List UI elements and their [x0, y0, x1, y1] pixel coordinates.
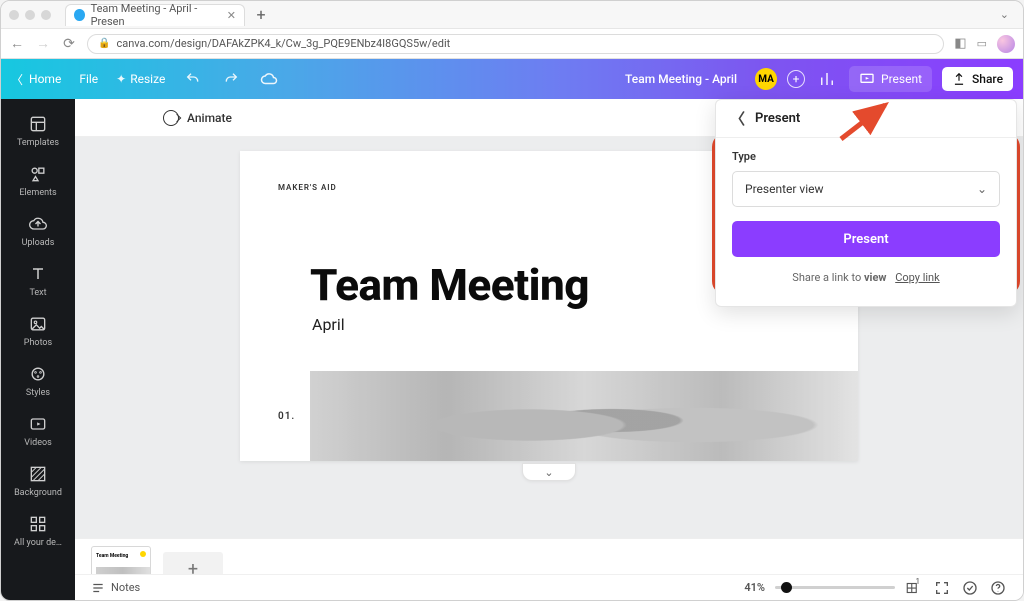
rail-label: Text [29, 288, 46, 298]
notes-icon [91, 581, 105, 595]
forward-button[interactable]: → [35, 35, 51, 52]
rail-label: Uploads [22, 238, 55, 248]
present-button[interactable]: Present [849, 66, 932, 92]
rail-label: Videos [24, 438, 52, 448]
upload-icon [952, 72, 966, 86]
rail-uploads[interactable]: Uploads [1, 207, 75, 255]
rail-background[interactable]: Background [1, 457, 75, 505]
profile-avatar[interactable] [997, 35, 1015, 53]
side-toolrail: Templates Elements Uploads Text Photos S… [1, 99, 75, 600]
user-avatar[interactable]: MA [755, 68, 777, 90]
address-bar[interactable]: 🔒 canva.com/design/DAFAkZPK4_k/Cw_3g_PQE… [87, 34, 944, 54]
undo-button[interactable] [181, 67, 205, 91]
rail-label: All your de… [14, 538, 62, 548]
resize-menu[interactable]: ✦Resize [116, 72, 165, 86]
chevron-left-icon: 〈 [11, 71, 23, 88]
browser-window: Team Meeting - April - Presen ✕ + ⌄ ← → … [0, 0, 1024, 601]
tabs-dropdown-icon[interactable]: ⌄ [1000, 8, 1009, 21]
browser-tab[interactable]: Team Meeting - April - Presen ✕ [65, 4, 245, 26]
rail-elements[interactable]: Elements [1, 157, 75, 205]
rail-label: Elements [19, 188, 56, 198]
present-icon [859, 71, 875, 87]
minimize-dot[interactable] [25, 10, 35, 20]
help-button[interactable] [989, 579, 1007, 597]
share-label: Share [972, 72, 1003, 86]
close-dot[interactable] [9, 10, 19, 20]
animate-button[interactable]: Animate [163, 110, 232, 126]
animate-label: Animate [187, 111, 232, 125]
new-tab-button[interactable]: + [251, 5, 271, 24]
share-link-text: Share a link to [792, 271, 861, 284]
insights-button[interactable] [815, 67, 839, 91]
copy-link-button[interactable]: Copy link [895, 271, 939, 284]
rail-styles[interactable]: Styles [1, 357, 75, 405]
slide-subtitle[interactable]: April [312, 315, 345, 334]
fullscreen-button[interactable] [933, 579, 951, 597]
zoom-controls: 41% 1 [744, 579, 1007, 597]
toolbar-right: ◧ ▭ [954, 35, 1015, 53]
notes-label: Notes [111, 581, 140, 594]
back-button[interactable]: ← [9, 35, 25, 52]
app-topbar: 〈 Home File ✦Resize Team Meeting - April… [1, 59, 1023, 99]
chevron-down-icon: ⌄ [977, 182, 987, 196]
panel-title: Present [755, 111, 800, 126]
zoom-dot[interactable] [41, 10, 51, 20]
home-button[interactable]: 〈 Home [11, 71, 61, 88]
page-expand-handle[interactable]: ⌄ [522, 463, 576, 481]
type-label: Type [732, 150, 1000, 163]
rail-label: Templates [17, 138, 59, 148]
share-button[interactable]: Share [942, 67, 1013, 91]
cloud-sync-icon[interactable] [257, 67, 281, 91]
canva-favicon [74, 9, 85, 21]
thumbnail-badge [140, 551, 146, 557]
help-check-button[interactable] [961, 579, 979, 597]
browser-toolbar: ← → ⟳ 🔒 canva.com/design/DAFAkZPK4_k/Cw_… [1, 29, 1023, 59]
slide-hero-image[interactable] [310, 371, 858, 461]
rail-label: Background [14, 488, 62, 498]
animate-icon [163, 110, 179, 126]
share-link-mode: view [864, 271, 887, 284]
window-controls[interactable] [9, 10, 51, 20]
rail-photos[interactable]: Photos [1, 307, 75, 355]
rail-text[interactable]: Text [1, 257, 75, 305]
zoom-value: 41% [744, 581, 765, 594]
document-title[interactable]: Team Meeting - April [625, 72, 737, 86]
notes-toggle[interactable]: Notes [91, 581, 140, 595]
rail-videos[interactable]: Videos [1, 407, 75, 455]
present-cta-button[interactable]: Present [732, 221, 1000, 257]
redo-button[interactable] [219, 67, 243, 91]
present-type-select[interactable]: Presenter view ⌄ [732, 171, 1000, 207]
extension-icon-2[interactable]: ▭ [977, 37, 987, 50]
lock-icon: 🔒 [98, 38, 110, 49]
slide-page-number: 01. [278, 411, 295, 422]
grid-view-button[interactable]: 1 [905, 579, 923, 597]
file-menu[interactable]: File [79, 72, 98, 86]
panel-back-button[interactable]: 〈 [730, 108, 745, 129]
present-panel: 〈 Present Type Presenter view ⌄ Present … [715, 99, 1017, 307]
add-collaborator-button[interactable]: + [787, 70, 805, 88]
browser-tabstrip: Team Meeting - April - Presen ✕ + ⌄ [1, 1, 1023, 29]
zoom-knob[interactable] [781, 582, 792, 593]
rail-label: Photos [24, 338, 52, 348]
slide-brand: MAKER'S AID [278, 183, 337, 192]
reload-button[interactable]: ⟳ [61, 36, 77, 52]
home-label: Home [29, 72, 61, 86]
select-value: Presenter view [745, 182, 824, 196]
thumbnail-label: Team Meeting [96, 553, 128, 559]
close-tab-icon[interactable]: ✕ [227, 9, 236, 22]
tab-title: Team Meeting - April - Presen [91, 2, 217, 28]
rail-templates[interactable]: Templates [1, 107, 75, 155]
slide-title[interactable]: Team Meeting [310, 259, 589, 311]
rail-apps[interactable]: All your de… [1, 507, 75, 555]
share-link-row: Share a link to view Copy link [732, 271, 1000, 284]
editor-footer: Notes 41% 1 [75, 574, 1023, 600]
zoom-slider[interactable] [775, 586, 895, 589]
rail-label: Styles [26, 388, 50, 398]
extension-icon[interactable]: ◧ [954, 36, 966, 51]
present-label: Present [881, 72, 922, 86]
url-text: canva.com/design/DAFAkZPK4_k/Cw_3g_PQE9E… [116, 37, 450, 50]
